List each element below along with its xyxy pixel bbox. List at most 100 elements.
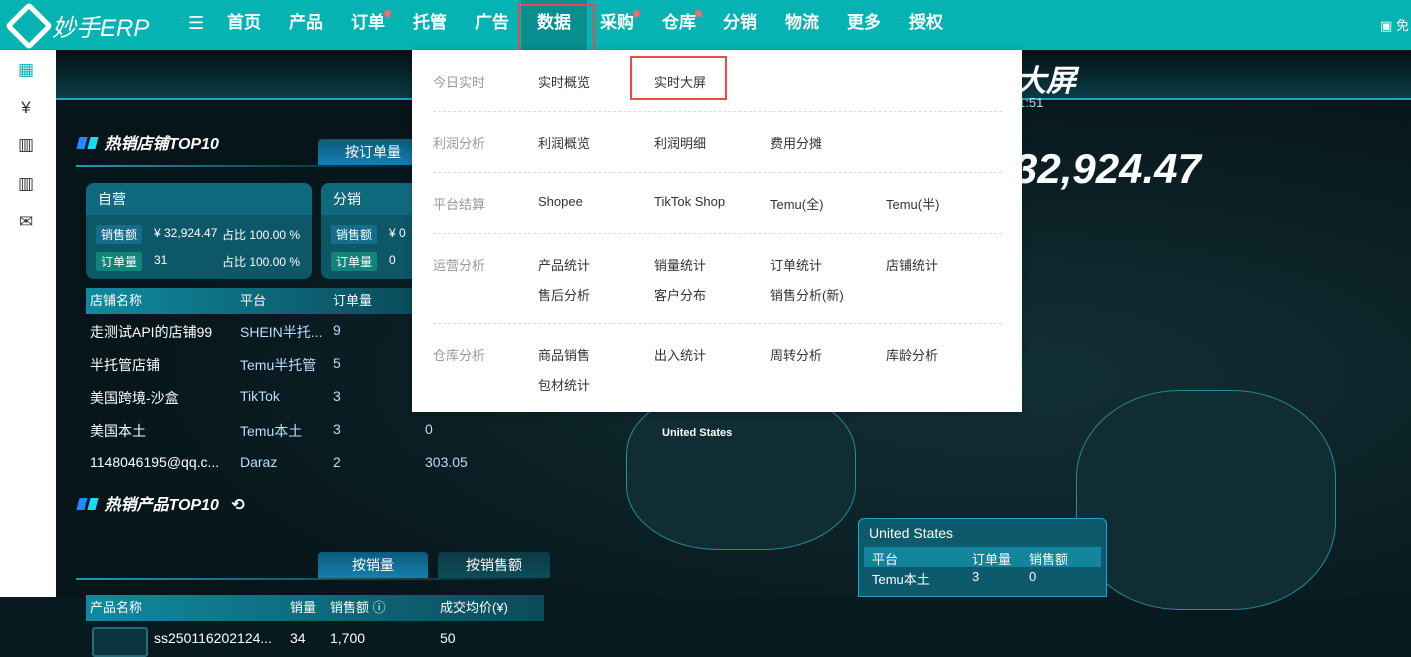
menu-item[interactable]: 商品销售 (538, 345, 590, 364)
store-row-cell: 9 (333, 322, 341, 338)
menu-item[interactable]: 客户分布 (654, 285, 706, 304)
tab-by-sales[interactable]: 按销售额 (438, 552, 550, 578)
store-row-cell: 303.05 (425, 454, 468, 470)
self-operated-card: 自营 销售额 ¥ 32,924.47 占比 100.00 % 订单量 31 占比… (86, 183, 312, 279)
right-menu[interactable]: ▣ 免 (1380, 15, 1409, 34)
menu-item[interactable]: 店铺统计 (886, 255, 938, 274)
yuan-cycle-icon[interactable]: ¥ (16, 98, 36, 118)
title-bars-icon (87, 498, 99, 510)
help-icon[interactable]: ⓘ (373, 600, 386, 615)
refresh-icon[interactable]: ⟲ (231, 497, 244, 514)
nav-item-6[interactable]: 采购 (600, 0, 640, 50)
sales-tag: 销售额 (331, 225, 378, 244)
map-africa-europe (1076, 390, 1336, 610)
menu-item[interactable]: 利润明细 (654, 133, 706, 152)
menu-item[interactable]: 费用分摊 (770, 133, 822, 152)
nav-label: 托管 (413, 13, 447, 32)
orders-ratio: 占比 100.00 % (222, 255, 301, 269)
card-title: 自营 (86, 183, 312, 215)
menu-item[interactable]: 销量统计 (654, 255, 706, 274)
product-quantity: 34 (290, 630, 306, 646)
title-bars-icon (76, 137, 88, 149)
menu-item[interactable]: 周转分析 (770, 345, 822, 364)
menu-group-label: 利润分析 (433, 136, 486, 151)
popup-sales: 0 (1029, 569, 1037, 584)
store-row-cell[interactable]: 走测试API的店铺99 (90, 322, 212, 342)
menu-item[interactable]: Shopee (538, 194, 583, 209)
menu-group-label: 运营分析 (433, 258, 486, 273)
divider (76, 165, 416, 167)
menu-item[interactable]: 订单统计 (770, 255, 822, 274)
nav-item-9[interactable]: 物流 (785, 0, 819, 50)
menu-divider (433, 172, 1002, 173)
menu-item[interactable]: Temu(全) (770, 194, 823, 213)
map-country-label[interactable]: United States (662, 427, 732, 439)
menu-item[interactable]: 售后分析 (538, 285, 590, 304)
product-name[interactable]: ss250116202124... (154, 630, 272, 646)
store-row-cell[interactable]: 半托管店铺 (90, 355, 160, 375)
store-row-cell[interactable]: 1148046195@qq.c... (90, 454, 219, 470)
orders-value: 31 (154, 253, 168, 267)
orders-tag: 订单量 (331, 252, 378, 271)
divider (76, 578, 556, 580)
nav-item-1[interactable]: 产品 (289, 0, 323, 50)
store-row-cell[interactable]: 美国本土 (90, 421, 146, 441)
nav-item-11[interactable]: 授权 (909, 0, 943, 50)
popup-col-orders: 订单量 (972, 552, 1012, 567)
bar-chart-icon-2[interactable]: ▥ (16, 174, 36, 194)
menu-item[interactable]: Temu(半) (886, 194, 939, 213)
store-row-cell: 5 (333, 355, 341, 371)
product-thumbnail[interactable] (92, 627, 148, 657)
nav-item-0[interactable]: 首页 (227, 0, 261, 50)
menu-item[interactable]: 出入统计 (654, 345, 706, 364)
col-avg-price: 成交均价(¥) (440, 600, 508, 615)
menu-item[interactable]: 库龄分析 (886, 345, 938, 364)
tab-by-quantity[interactable]: 按销量 (318, 552, 428, 578)
menu-divider (433, 233, 1002, 234)
nav-item-7[interactable]: 仓库 (662, 0, 702, 50)
country-popup: United States 平台 订单量 销售额 Temu本土 3 0 (858, 518, 1107, 597)
menu-toggle-icon[interactable]: ☰ (188, 13, 204, 34)
store-row-cell: 2 (333, 454, 341, 470)
store-title-text: 热销店铺TOP10 (104, 136, 219, 153)
store-table-header: 店铺名称 平台 订单量 (86, 288, 416, 314)
product-table-header: 产品名称 销量 销售额 ⓘ 成交均价(¥) (86, 595, 544, 621)
nav-item-4[interactable]: 广告 (475, 0, 509, 50)
logo-mark-icon (4, 1, 54, 50)
nav-item-3[interactable]: 托管 (413, 0, 447, 50)
calendar-clock-icon[interactable]: ▦ (16, 60, 36, 80)
right-label: 免 (1395, 18, 1409, 33)
popup-col-sales: 销售额 (1029, 552, 1069, 567)
highlight-box (630, 56, 727, 100)
menu-item[interactable]: 实时概览 (538, 72, 590, 91)
popup-title: United States (869, 525, 954, 541)
title-bars-icon (76, 498, 88, 510)
menu-item[interactable]: 销售分析(新) (770, 285, 844, 304)
store-section-title: 热销店铺TOP10 (76, 130, 219, 154)
notification-dot (633, 10, 640, 17)
store-row-cell: Temu半托管 (240, 357, 317, 373)
nav-item-10[interactable]: 更多 (847, 0, 881, 50)
menu-item[interactable]: 包材统计 (538, 375, 590, 394)
col-platform: 平台 (240, 293, 267, 308)
product-avg-price: 50 (440, 630, 456, 646)
bar-chart-icon[interactable]: ▥ (16, 135, 36, 155)
menu-item[interactable]: 产品统计 (538, 255, 590, 274)
store-row-cell[interactable]: 美国跨境-沙盒 (90, 388, 179, 408)
popup-row: Temu本土 3 0 (864, 567, 1101, 587)
logo[interactable]: 妙手ERP (4, 1, 149, 50)
menu-item[interactable]: 利润概览 (538, 133, 590, 152)
store-row-cell: Temu本土 (240, 423, 303, 439)
menu-group-label: 今日实时 (433, 75, 486, 90)
orders-tag: 订单量 (96, 252, 143, 271)
menu-item[interactable]: TikTok Shop (654, 194, 725, 209)
menu-divider (433, 111, 1002, 112)
store-row-cell: SHEIN半托... (240, 324, 323, 340)
sales-ratio: 占比 100.00 % (222, 228, 301, 242)
top-nav-bar: 妙手ERP ☰ 首页 产品 订单 托管 广告 数据 采购 仓库 分销 物流 更多 授权 ▣ 免 (0, 0, 1411, 56)
col-product-name: 产品名称 (90, 600, 143, 615)
nav-item-2[interactable]: 订单 (351, 0, 391, 50)
map-north-america (626, 390, 856, 550)
nav-item-8[interactable]: 分销 (723, 0, 757, 50)
inbox-chart-icon[interactable]: ✉ (16, 212, 36, 232)
